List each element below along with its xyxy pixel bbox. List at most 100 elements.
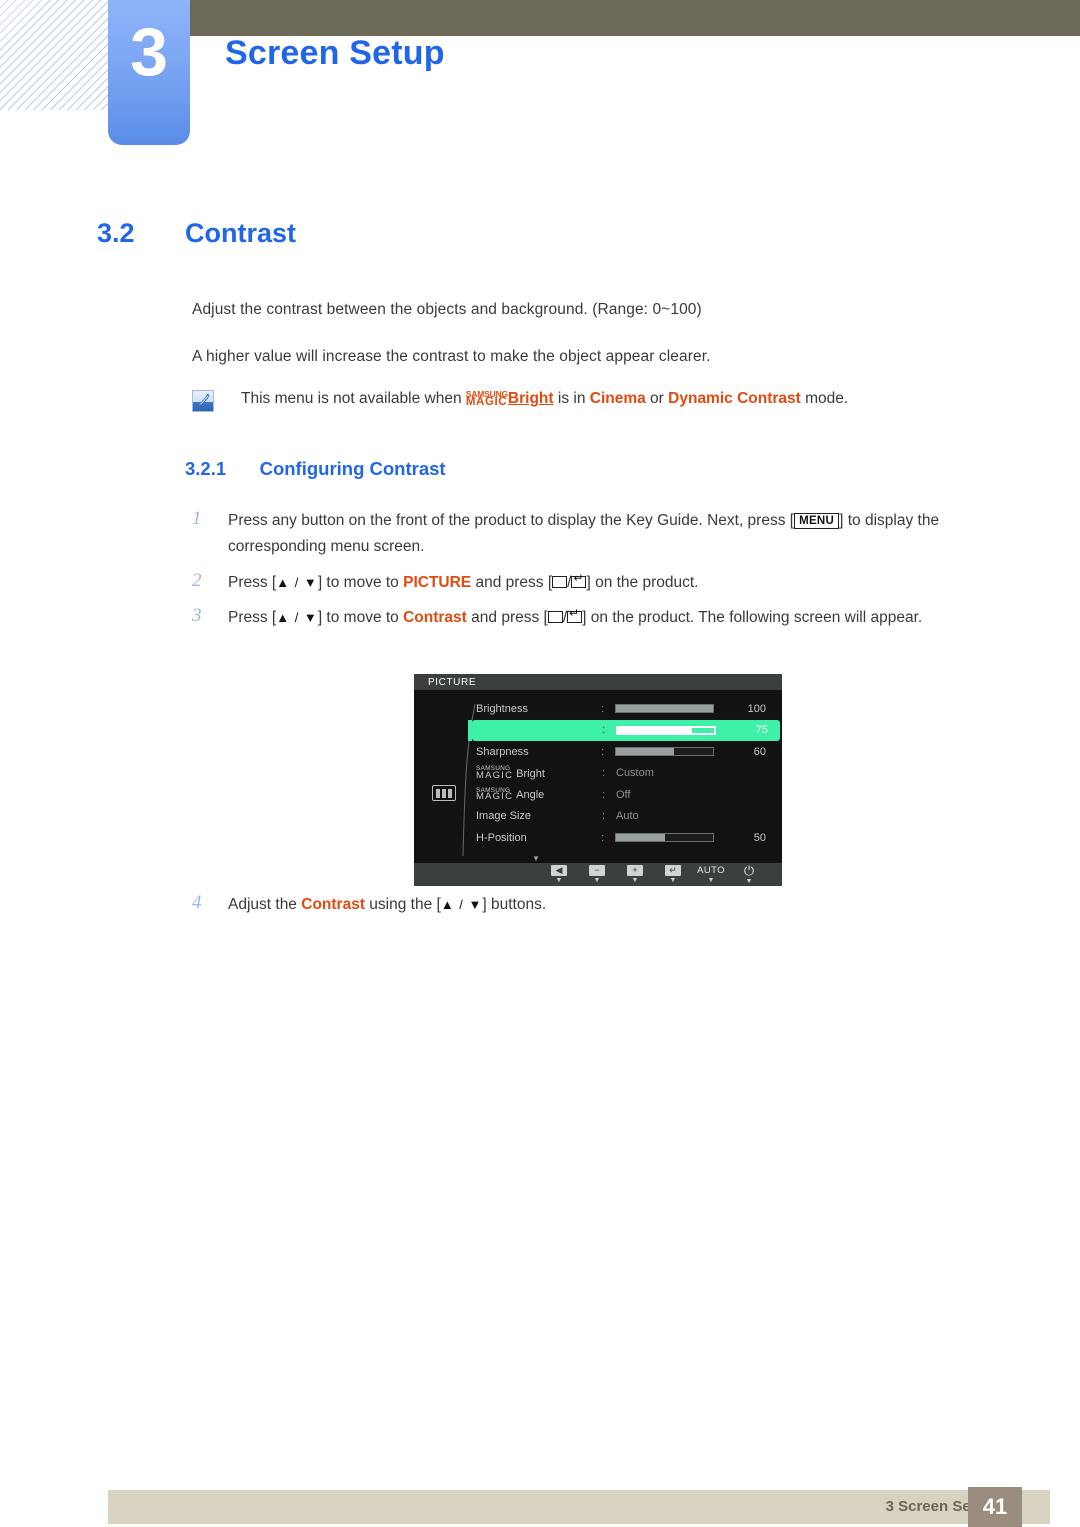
menu-key: MENU <box>794 513 840 530</box>
osd-bar-h-position[interactable] <box>615 833 715 843</box>
step1-text-a: Press any button on the front of the pro… <box>228 512 795 529</box>
step2-highlight-picture: PICTURE <box>403 574 472 591</box>
osd-colon: : <box>602 767 606 780</box>
osd-bar-contrast[interactable] <box>616 725 716 735</box>
osd-enter-button[interactable]: ↵ ▼ <box>654 865 692 884</box>
note-text-after: mode. <box>800 390 849 407</box>
enter-key-icon <box>567 607 583 623</box>
step4-text-a: Adjust the <box>228 896 302 913</box>
plus-icon: + <box>627 865 643 876</box>
section-title: Contrast <box>185 218 297 248</box>
intro-paragraph-2: A higher value will increase the contras… <box>192 348 711 365</box>
note-mode-dynamic-contrast: Dynamic Contrast <box>668 390 801 407</box>
note-text: This menu is not available when SAMSUNG M… <box>241 388 848 410</box>
osd-colon: : <box>601 702 605 715</box>
osd-bar-fill <box>617 726 691 734</box>
osd-row-sharpness[interactable]: Sharpness : 60 <box>476 741 776 763</box>
samsung-magic-bottom: MAGIC <box>465 396 508 408</box>
osd-colon: : <box>601 745 605 758</box>
osd-menu-screenshot: PICTURE Brightness : 100 Contrast : 75 S… <box>414 674 782 886</box>
osd-plus-button[interactable]: + ▼ <box>616 865 654 884</box>
power-icon: ⏻ <box>743 863 755 878</box>
osd-value-sharpness: 60 <box>753 745 766 758</box>
osd-row-brightness[interactable]: Brightness : 100 <box>476 698 776 720</box>
osd-value-magicbright: Custom <box>616 767 654 780</box>
step3-text-b: ] to move to <box>317 609 404 626</box>
osd-colon: : <box>601 831 605 844</box>
button-tick-icon: ▼ <box>593 877 601 884</box>
osd-row-contrast[interactable]: Contrast : 75 <box>468 719 780 741</box>
bar-1 <box>436 788 440 798</box>
subsection-title: Configuring Contrast <box>259 458 446 479</box>
osd-bar-brightness[interactable] <box>615 704 715 714</box>
step-number: 4 <box>192 892 202 913</box>
enter-icon: ↵ <box>665 865 681 876</box>
step2-text-b: ] to move to <box>317 574 404 591</box>
button-tick-icon: ▼ <box>745 878 753 885</box>
note-block: This menu is not available when SAMSUNG M… <box>192 388 848 412</box>
osd-label-magicangle: SAMSUNG MAGIC Angle <box>476 787 602 801</box>
osd-label-contrast: Contrast <box>476 724 518 737</box>
button-tick-icon: ▼ <box>555 877 563 884</box>
osd-colon: : <box>602 810 606 823</box>
minus-icon: − <box>589 865 605 876</box>
subsection-heading: 3.2.1 Configuring Contrast <box>185 458 446 480</box>
osd-title-text: PICTURE <box>428 676 477 688</box>
up-down-arrows-icon: ▲ / ▼ <box>276 610 318 625</box>
step4-highlight-contrast: Contrast <box>301 896 365 913</box>
osd-colon: : <box>602 788 606 801</box>
header-bar <box>190 0 1080 36</box>
source-key-icon <box>552 576 568 588</box>
osd-samsung-magic-logo: SAMSUNG MAGIC <box>476 766 513 780</box>
step-item: 1 Press any button on the front of the p… <box>192 508 1012 561</box>
note-text-before: This menu is not available when <box>241 390 466 407</box>
osd-label-brightness: Brightness <box>476 702 528 715</box>
step4-text-b: using the [ <box>364 896 441 913</box>
button-tick-icon: ▼ <box>707 877 715 884</box>
osd-magic-bottom: MAGIC <box>476 769 514 781</box>
button-tick-icon: ▼ <box>669 877 677 884</box>
bar-2 <box>442 788 446 798</box>
step3-text-a: Press [ <box>228 609 277 626</box>
up-down-arrows-icon: ▲ / ▼ <box>440 897 483 912</box>
step-item: 2 Press [▲ / ▼] to move to PICTURE and p… <box>192 570 1012 596</box>
chapter-number-badge: 3 <box>108 0 190 145</box>
up-down-arrows-icon: ▲ / ▼ <box>276 575 318 590</box>
osd-scroll-down-icon[interactable]: ▼ <box>532 854 540 863</box>
osd-power-button[interactable]: ⏻ ▼ <box>730 864 768 885</box>
step2-text-d: ] on the product. <box>586 574 699 591</box>
osd-label-h-position: H-Position <box>476 831 527 844</box>
note-magicbright: Bright <box>507 390 554 407</box>
osd-row-image-size[interactable]: Image Size : Auto <box>476 806 776 828</box>
step2-text-a: Press [ <box>228 574 277 591</box>
decorative-hatch-pattern <box>0 0 110 110</box>
osd-row-h-position[interactable]: H-Position : 50 <box>476 827 776 849</box>
osd-value-contrast: 75 <box>755 724 768 737</box>
step-text: Press [▲ / ▼] to move to PICTURE and pre… <box>228 570 1012 596</box>
osd-row-magicangle[interactable]: SAMSUNG MAGIC Angle : Off <box>476 784 776 806</box>
step2-text-c: and press [ <box>471 574 553 591</box>
osd-label-sharpness: Sharpness <box>476 745 529 758</box>
osd-bar-sharpness[interactable] <box>615 747 715 757</box>
osd-bar-fill <box>616 834 665 842</box>
osd-bar-fill <box>616 748 675 756</box>
samsung-magic-logo: SAMSUNG MAGIC <box>465 390 508 408</box>
osd-value-h-position: 50 <box>753 831 766 844</box>
step3-highlight-contrast: Contrast <box>403 609 467 626</box>
step-item: 3 Press [▲ / ▼] to move to Contrast and … <box>192 605 1012 631</box>
osd-back-button[interactable]: ◀ ▼ <box>540 865 578 884</box>
osd-value-magicangle: Off <box>616 788 631 801</box>
chapter-number: 3 <box>130 14 168 90</box>
osd-bar-track <box>690 726 715 734</box>
osd-minus-button[interactable]: − ▼ <box>578 865 616 884</box>
step3-text-d: ] on the product. The following screen w… <box>582 609 923 626</box>
bar-3 <box>448 788 452 798</box>
osd-title-bar: PICTURE <box>414 674 782 690</box>
step-number: 2 <box>192 570 202 591</box>
picture-bars-icon <box>432 785 456 801</box>
osd-auto-button[interactable]: AUTO ▼ <box>692 865 730 884</box>
osd-body: Brightness : 100 Contrast : 75 Sharpness… <box>414 690 782 863</box>
source-key-icon <box>547 611 563 623</box>
osd-rows: Brightness : 100 Contrast : 75 Sharpness… <box>468 698 780 849</box>
osd-row-magicbright[interactable]: SAMSUNG MAGIC Bright : Custom <box>476 763 776 785</box>
